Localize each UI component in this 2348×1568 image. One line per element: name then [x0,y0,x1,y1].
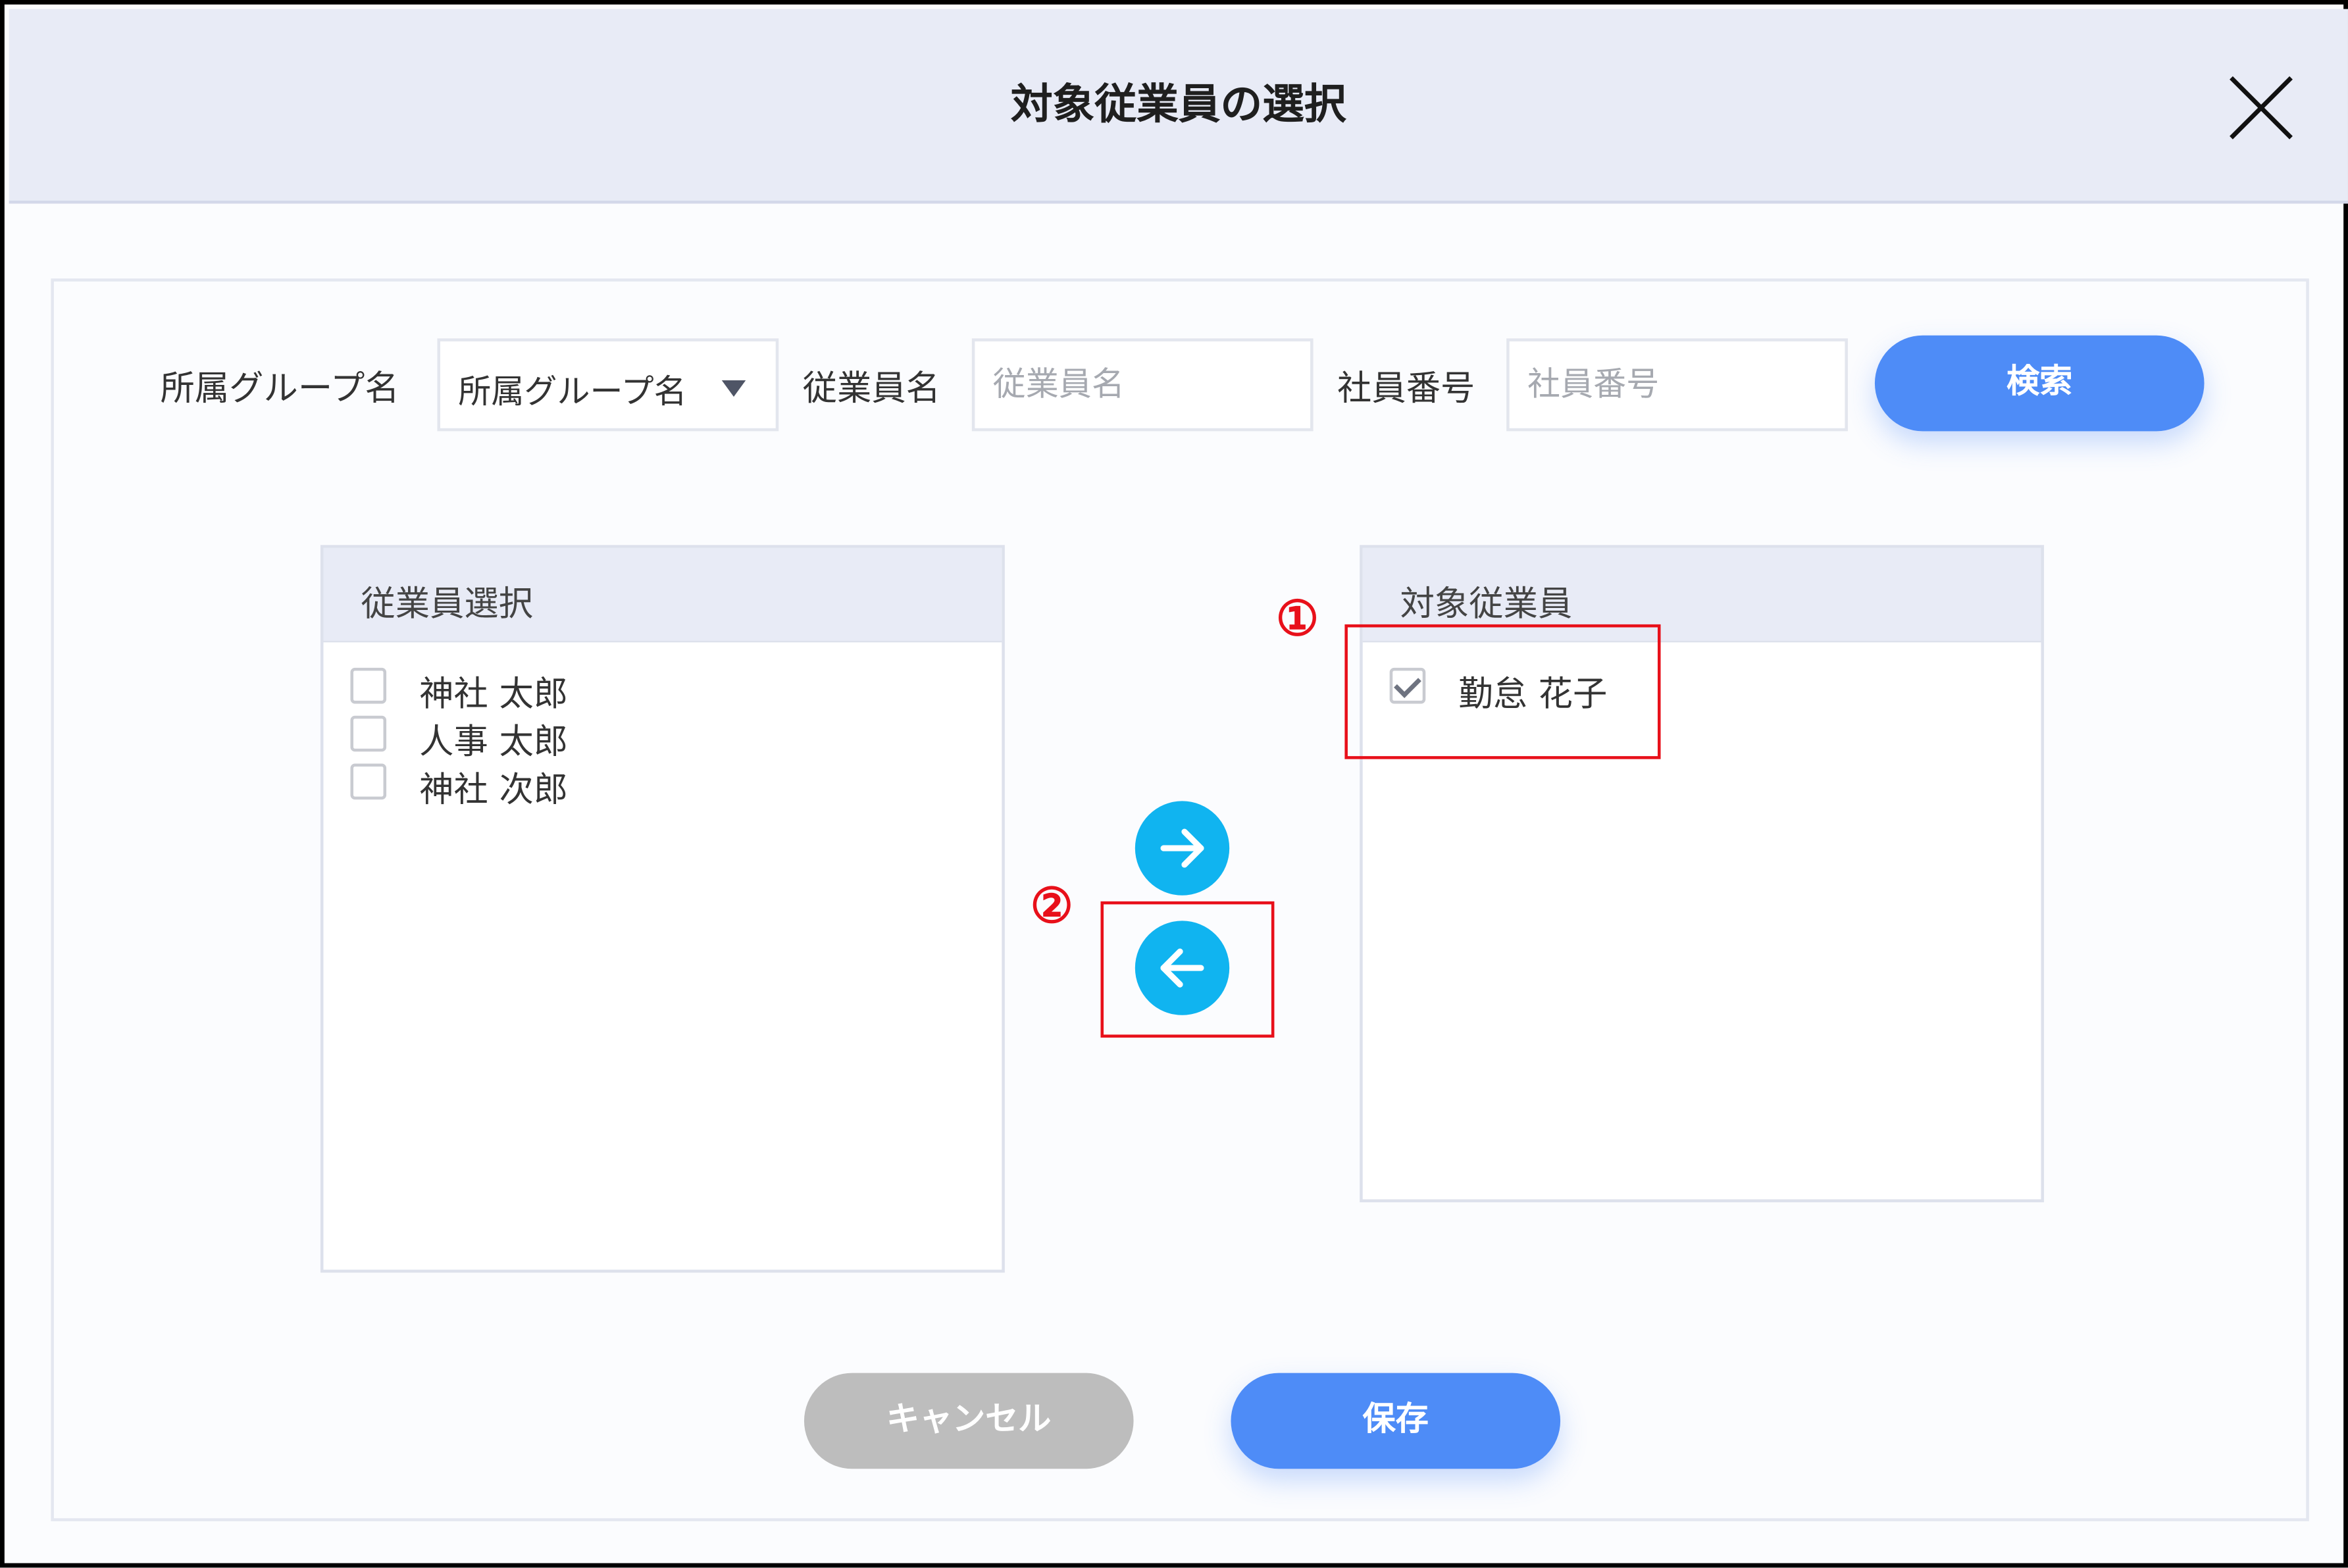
caret-down-icon [721,380,746,397]
cancel-button[interactable]: キャンセル [804,1373,1134,1469]
dialog: 対象従業員の選択 所属グループ名 所属グループ名 従業員名 社員番号 検索 [0,0,2348,1568]
group-label: 所属グループ名 [160,370,399,409]
checkbox[interactable] [350,715,387,752]
checkbox[interactable] [350,763,387,800]
list-item[interactable]: 人事 太郎 [350,713,800,762]
list-item-label: 神社 次郎 [419,771,569,811]
move-right-button[interactable] [1135,801,1230,896]
list-item[interactable]: 神社 太郎 [350,665,800,714]
search-button[interactable]: 検索 [1874,335,2205,432]
annotation-marker-1: ① [1275,590,1319,647]
employee-select-panel: 従業員選択 神社 太郎 人事 太郎 神社 次郎 [320,545,1005,1273]
employee-name-input[interactable] [971,338,1314,432]
dialog-body: 所属グループ名 所属グループ名 従業員名 社員番号 検索 従業員選択 神社 太郎 [51,278,2309,1521]
close-icon[interactable] [2225,72,2297,143]
employee-select-panel-title: 従業員選択 [361,585,534,624]
employee-number-input[interactable] [1506,338,1848,432]
list-item-label: 神社 太郎 [419,675,569,715]
highlight-box-1 [1344,624,1661,759]
group-select-value: 所属グループ名 [458,374,687,412]
target-employee-panel-title: 対象従業員 [1400,585,1573,624]
arrow-right-icon [1160,828,1204,868]
save-button[interactable]: 保存 [1231,1373,1561,1469]
list-item-label: 人事 太郎 [419,723,569,763]
employee-select-panel-header: 従業員選択 [323,547,1002,643]
group-select[interactable]: 所属グループ名 [437,338,779,432]
employee-number-label: 社員番号 [1337,370,1475,409]
dialog-title: 対象従業員の選択 [1010,79,1346,129]
dialog-header: 対象従業員の選択 [9,9,2348,204]
annotation-marker-2: ② [1030,877,1073,934]
highlight-box-2 [1100,901,1275,1038]
checkbox[interactable] [350,667,387,704]
employee-name-label: 従業員名 [802,370,941,409]
list-item[interactable]: 神社 次郎 [350,761,800,810]
